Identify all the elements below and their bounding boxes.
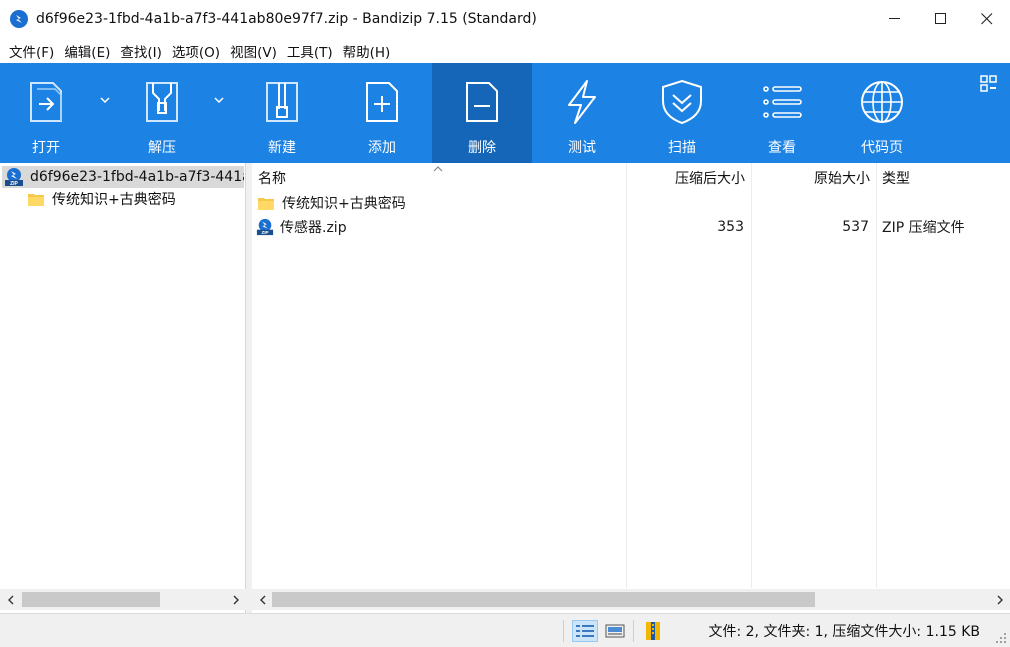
tree-horizontal-scrollbar[interactable] — [0, 589, 246, 610]
extract-label: 解压 — [148, 140, 176, 156]
file-name: 传统知识+古典密码 — [282, 196, 406, 212]
status-separator — [563, 620, 564, 642]
file-row-folder[interactable]: 传统知识+古典密码 — [252, 191, 1010, 215]
test-label: 测试 — [568, 140, 596, 156]
window-controls — [872, 0, 1010, 38]
scroll-left-button[interactable] — [0, 589, 20, 610]
menu-edit[interactable]: 编辑(E) — [59, 41, 115, 61]
globe-icon — [861, 81, 903, 123]
status-bar: 文件: 2, 文件夹: 1, 压缩文件大小: 1.15 KB — [0, 613, 1010, 647]
add-icon — [366, 82, 398, 122]
menu-tools[interactable]: 工具(T) — [282, 41, 338, 61]
close-button[interactable] — [964, 0, 1010, 38]
scroll-right-button[interactable] — [990, 589, 1010, 610]
file-name: 传感器.zip — [280, 220, 347, 236]
test-icon — [568, 80, 596, 124]
details-view-button[interactable] — [572, 620, 598, 642]
codepage-label: 代码页 — [861, 140, 903, 156]
preview-pane-icon — [605, 624, 625, 638]
original-size-cell: 537 — [842, 219, 869, 235]
column-header-type[interactable]: 类型 — [876, 163, 1010, 193]
minimize-button[interactable] — [872, 0, 918, 38]
svg-text:ZIP: ZIP — [10, 181, 18, 187]
file-name-cell: ZIP 传感器.zip — [256, 215, 624, 239]
view-label: 查看 — [768, 140, 796, 156]
chevron-left-icon — [259, 595, 265, 604]
scroll-thumb[interactable] — [22, 592, 160, 607]
file-list: 名称 压缩后大小 原始大小 类型 传统知识+古典密码 ZIP 传感器.zip 3… — [252, 163, 1010, 613]
new-archive-icon — [266, 82, 298, 122]
tree-root-label: d6f96e23-1fbd-4a1b-a7f3-441ab80e97f7.zip — [30, 169, 244, 185]
resize-grip-icon[interactable] — [995, 632, 1007, 644]
original-size-cell — [751, 191, 876, 215]
scroll-right-button[interactable] — [226, 589, 246, 610]
chevron-right-icon — [997, 595, 1003, 604]
file-list-horizontal-scrollbar[interactable] — [252, 589, 1010, 610]
scan-icon — [662, 79, 702, 125]
extract-dropdown-button[interactable] — [206, 63, 232, 163]
delete-icon — [466, 82, 498, 122]
menu-file[interactable]: 文件(F) — [4, 41, 59, 61]
folder-icon — [28, 194, 44, 206]
layout-toggle-icon[interactable] — [980, 75, 998, 93]
open-icon — [30, 82, 62, 122]
open-label: 打开 — [32, 140, 60, 156]
type-cell — [876, 191, 1010, 215]
column-header-original-size[interactable]: 原始大小 — [751, 163, 876, 193]
chevron-left-icon — [7, 595, 13, 604]
column-header-name[interactable]: 名称 — [252, 163, 626, 193]
title-bar: d6f96e23-1fbd-4a1b-a7f3-441ab80e97f7.zip… — [0, 0, 1010, 38]
zip-archive-icon: ZIP — [5, 168, 23, 187]
menu-bar: 文件(F) 编辑(E) 查找(I) 选项(O) 视图(V) 工具(T) 帮助(H… — [0, 38, 1010, 63]
chevron-right-icon — [233, 595, 239, 604]
tree-root-item[interactable]: ZIP d6f96e23-1fbd-4a1b-a7f3-441ab80e97f7… — [2, 166, 244, 188]
menu-view[interactable]: 视图(V) — [225, 41, 282, 61]
details-view-icon — [576, 625, 594, 637]
compressed-size-cell — [626, 191, 751, 215]
menu-options[interactable]: 选项(O) — [167, 41, 225, 61]
archive-zipper-icon — [646, 622, 660, 640]
maximize-button[interactable] — [918, 0, 964, 38]
scan-button[interactable]: 扫描 — [632, 63, 732, 163]
add-button[interactable]: 添加 — [332, 63, 432, 163]
archive-info-button[interactable] — [640, 620, 666, 642]
file-name-cell: 传统知识+古典密码 — [256, 191, 624, 215]
test-button[interactable]: 测试 — [532, 63, 632, 163]
compressed-size-cell: 353 — [717, 219, 744, 235]
window-title: d6f96e23-1fbd-4a1b-a7f3-441ab80e97f7.zip… — [36, 11, 537, 27]
extract-button[interactable]: 解压 — [118, 63, 206, 163]
tree-item-label: 传统知识+古典密码 — [52, 192, 176, 208]
new-archive-button[interactable]: 新建 — [232, 63, 332, 163]
chevron-down-icon — [214, 97, 224, 103]
open-button[interactable]: 打开 — [0, 63, 92, 163]
extract-icon — [146, 82, 178, 122]
menu-help[interactable]: 帮助(H) — [338, 41, 396, 61]
scan-label: 扫描 — [668, 140, 696, 156]
view-icon — [763, 86, 802, 118]
open-dropdown-button[interactable] — [92, 63, 118, 163]
folder-icon — [258, 198, 274, 210]
scroll-left-button[interactable] — [252, 589, 272, 610]
file-row-zip[interactable]: ZIP 传感器.zip 353 537 ZIP 压缩文件 — [252, 215, 1010, 239]
column-header-compressed-size[interactable]: 压缩后大小 — [626, 163, 751, 193]
delete-label: 删除 — [468, 140, 496, 156]
delete-button[interactable]: 删除 — [432, 63, 532, 163]
type-cell: ZIP 压缩文件 — [882, 220, 965, 236]
zip-archive-icon: ZIP — [256, 218, 274, 235]
codepage-button[interactable]: 代码页 — [832, 63, 932, 163]
scroll-thumb[interactable] — [272, 592, 815, 607]
add-label: 添加 — [368, 140, 396, 156]
view-button[interactable]: 查看 — [732, 63, 832, 163]
svg-text:ZIP: ZIP — [261, 230, 268, 235]
bandizip-app-icon — [10, 10, 28, 28]
preview-view-button[interactable] — [602, 620, 628, 642]
status-separator — [633, 620, 634, 642]
menu-find[interactable]: 查找(I) — [115, 41, 167, 61]
tree-item-folder[interactable]: 传统知识+古典密码 — [28, 189, 176, 209]
new-archive-label: 新建 — [268, 140, 296, 156]
toolbar: 打开 解压 新建 添加 删除 测试 扫描 查看 代码页 — [0, 63, 1010, 163]
status-summary: 文件: 2, 文件夹: 1, 压缩文件大小: 1.15 KB — [708, 624, 980, 640]
folder-tree: ZIP d6f96e23-1fbd-4a1b-a7f3-441ab80e97f7… — [0, 163, 246, 613]
chevron-down-icon — [100, 97, 110, 103]
